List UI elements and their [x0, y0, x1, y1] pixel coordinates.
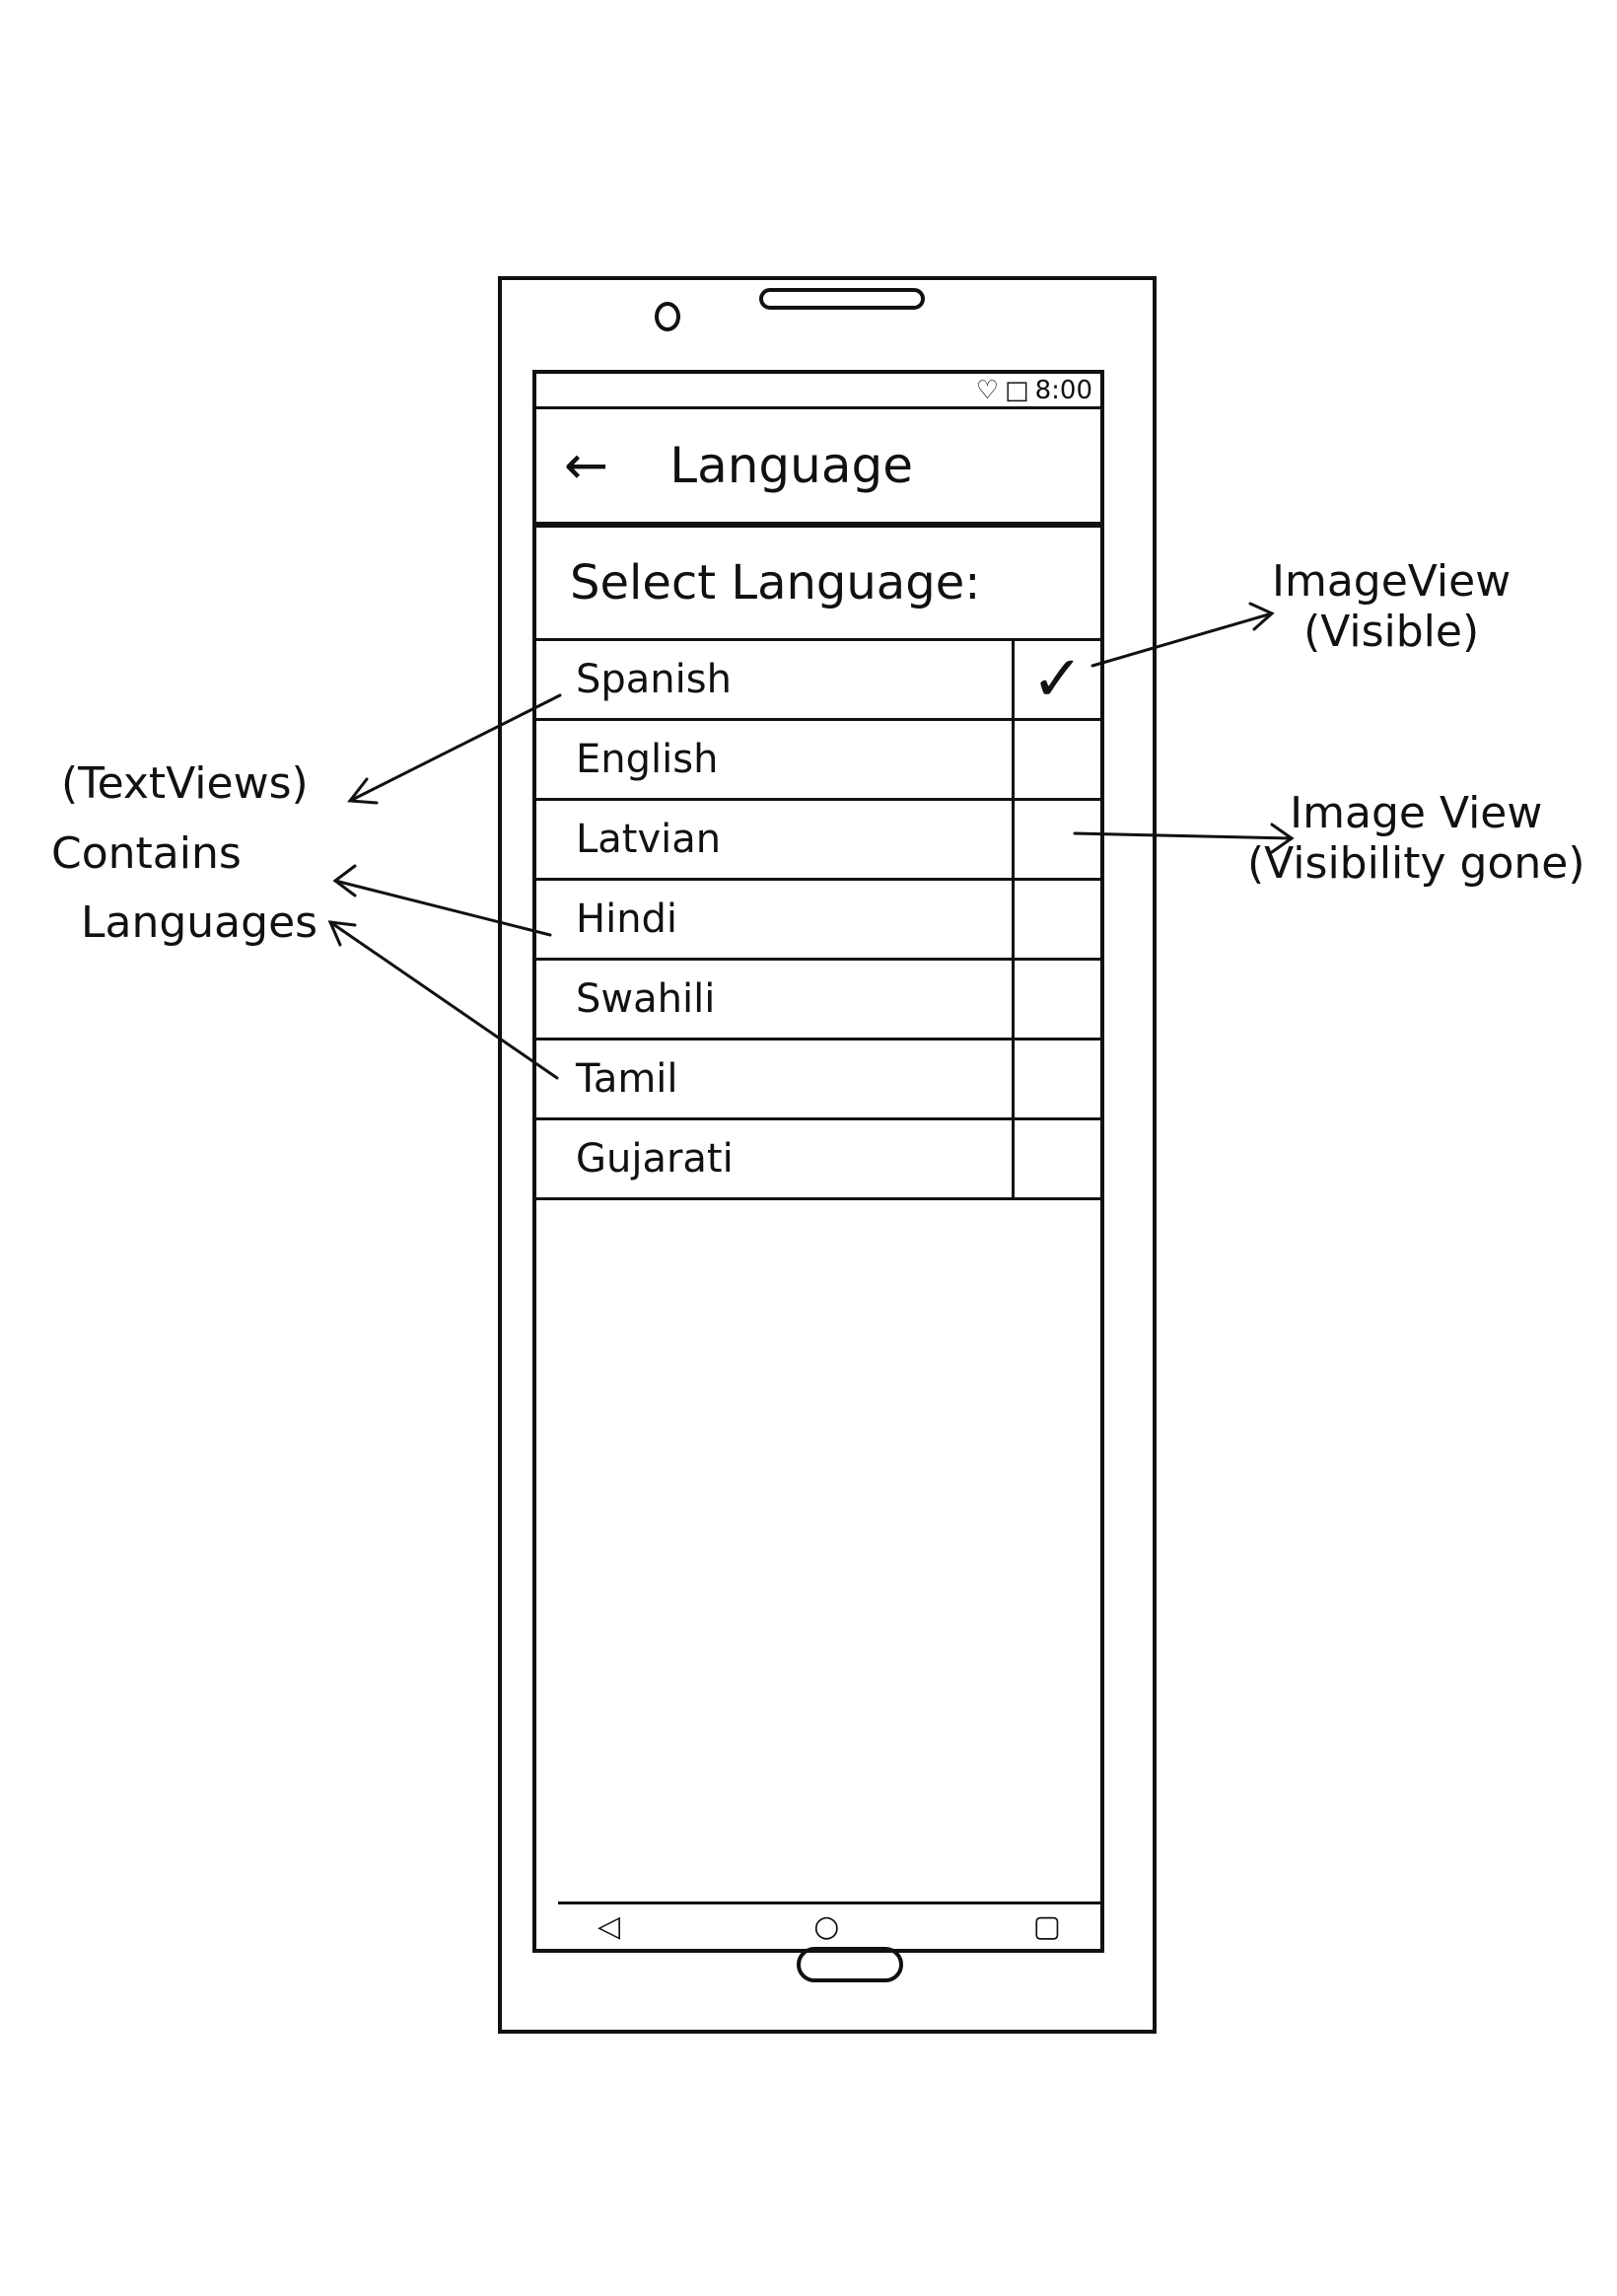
navigation-bar: ◁ ○ ▢ — [558, 1901, 1100, 1949]
language-row-swahili[interactable]: Swahili — [536, 961, 1100, 1040]
annotation-textviews-line1: (TextViews) — [61, 758, 309, 809]
language-list: Spanish ✓ English Latvian Hindi Swahili … — [536, 641, 1100, 1200]
language-label: Latvian — [576, 817, 722, 862]
location-icon: ♡ — [975, 375, 1000, 405]
annotation-visible-line1: ImageView — [1272, 556, 1512, 607]
language-label: Tamil — [576, 1056, 678, 1102]
language-row-gujarati[interactable]: Gujarati — [536, 1120, 1100, 1200]
header-label: Select Language: — [570, 555, 981, 610]
checkmark-icon: ✓ — [1012, 641, 1100, 718]
annotation-textviews-line2: Contains — [51, 827, 242, 879]
check-slot-empty — [1012, 721, 1100, 798]
nav-home-icon[interactable]: ○ — [813, 1911, 839, 1942]
language-label: Hindi — [576, 897, 678, 942]
language-row-tamil[interactable]: Tamil — [536, 1040, 1100, 1120]
annotation-imageview-visible: ImageView (Visible) — [1272, 556, 1512, 657]
arrowhead-textviews-spanish — [347, 777, 379, 805]
status-bar: ♡ □ 8:00 — [536, 374, 1100, 409]
check-slot-empty — [1012, 961, 1100, 1038]
annotation-gone-line2: (Visibility gone) — [1247, 837, 1585, 889]
language-label: Spanish — [576, 657, 732, 702]
battery-icon: □ — [1005, 375, 1029, 405]
arrowhead-textviews-tamil — [327, 920, 357, 947]
arrow-left-icon[interactable]: ← — [564, 439, 608, 492]
annotation-textviews-line3: Languages — [81, 897, 318, 949]
annotation-gone-line1: Image View — [1290, 788, 1543, 838]
arrowhead-imageview-visible — [1248, 602, 1275, 631]
select-language-header: Select Language: — [536, 528, 1100, 641]
annotation-imageview-gone: Image View (Visibility gone) — [1247, 788, 1585, 889]
app-bar: ← Language — [536, 409, 1100, 528]
language-row-hindi[interactable]: Hindi — [536, 881, 1100, 961]
language-label: Swahili — [576, 976, 716, 1022]
nav-recents-icon[interactable]: ▢ — [1033, 1911, 1061, 1942]
language-row-latvian[interactable]: Latvian — [536, 801, 1100, 881]
check-slot-empty — [1012, 1120, 1100, 1197]
annotation-textviews: (TextViews) Contains Languages — [51, 758, 318, 969]
language-row-english[interactable]: English — [536, 721, 1100, 801]
language-label: Gujarati — [576, 1136, 734, 1182]
annotation-visible-line2: (Visible) — [1303, 606, 1480, 657]
nav-back-icon[interactable]: ◁ — [598, 1911, 620, 1942]
language-row-spanish[interactable]: Spanish ✓ — [536, 641, 1100, 721]
status-time: 8:00 — [1034, 375, 1092, 405]
check-slot-empty — [1012, 1040, 1100, 1117]
language-label: English — [576, 737, 719, 782]
page-title: Language — [669, 437, 914, 494]
check-slot-empty — [1012, 801, 1100, 878]
front-camera — [655, 302, 680, 331]
earpiece-speaker — [759, 288, 925, 310]
check-slot-empty — [1012, 881, 1100, 958]
arrowhead-textviews-hindi — [332, 864, 357, 897]
